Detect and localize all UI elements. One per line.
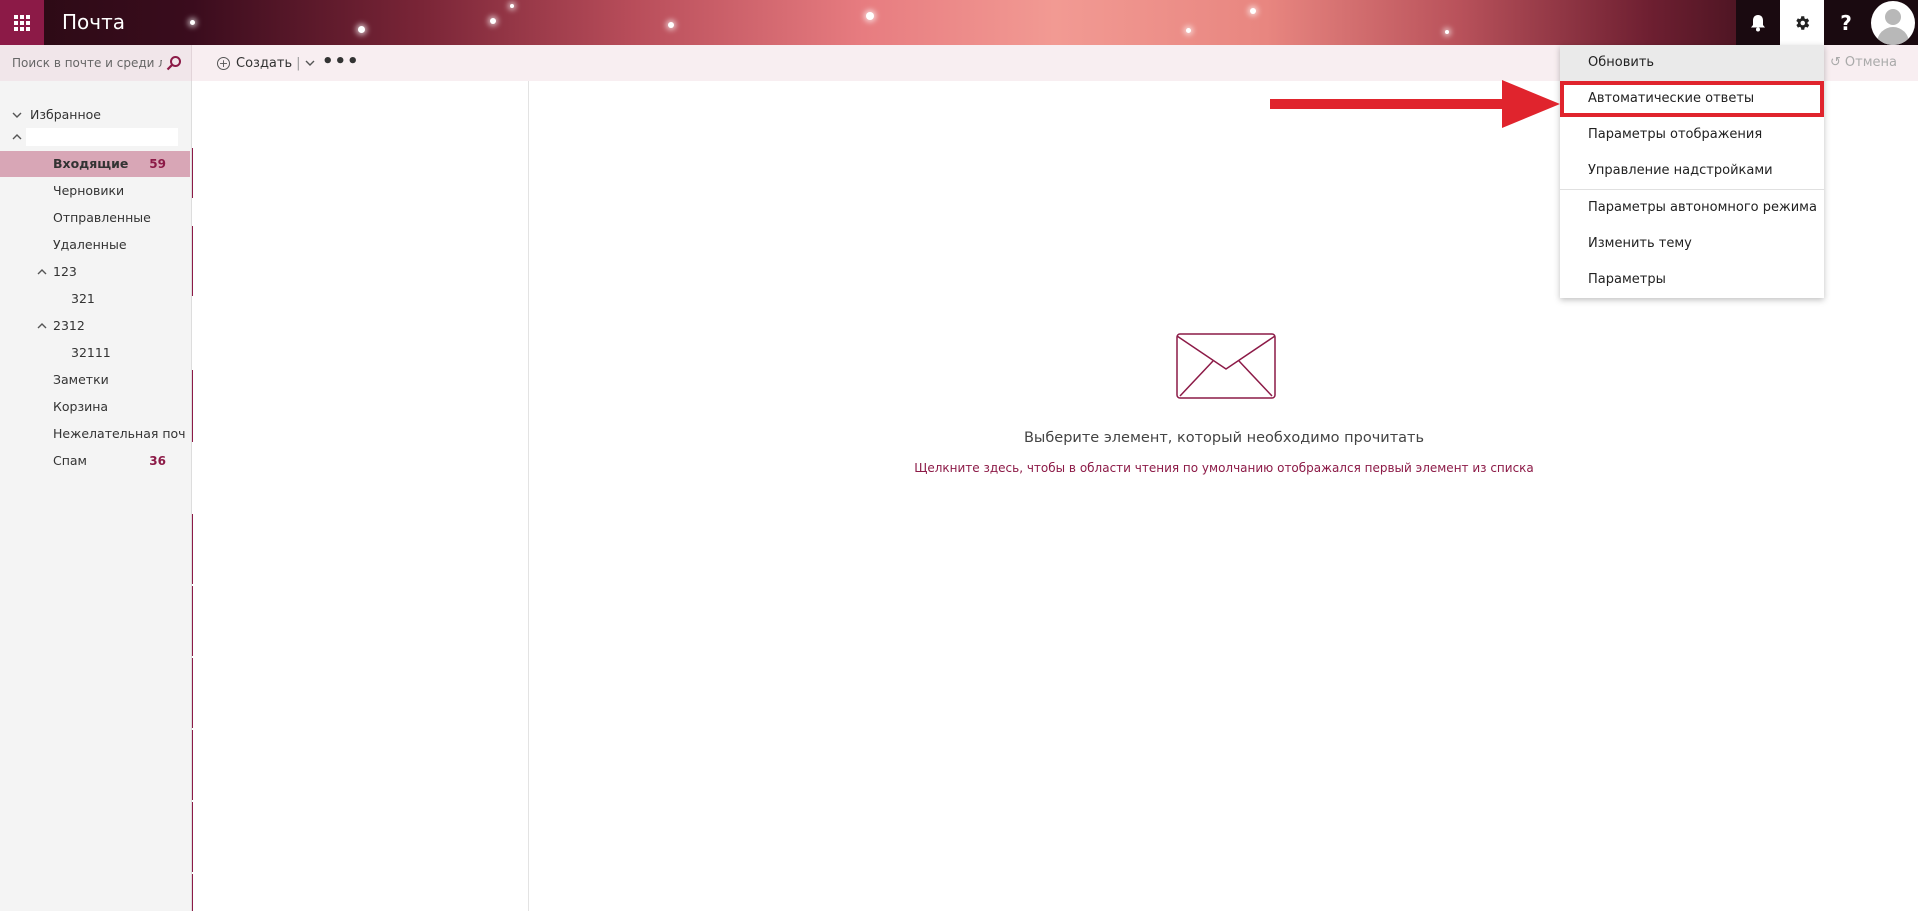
folder-label: 2312: [53, 318, 85, 333]
account-button[interactable]: [1868, 0, 1918, 45]
chevron-down-icon: [12, 112, 22, 118]
menu-item-options[interactable]: Параметры: [1560, 262, 1824, 298]
header-decoration: [1445, 30, 1449, 34]
folder-label: Корзина: [53, 399, 109, 414]
search-icon[interactable]: [166, 55, 182, 71]
menu-item-display-settings[interactable]: Параметры отображения: [1560, 117, 1824, 153]
avatar: [1871, 0, 1915, 45]
folder-item-2312[interactable]: 2312: [0, 313, 190, 339]
folder-label: Нежелательная поч: [53, 426, 186, 441]
auto-open-first-link[interactable]: Щелкните здесь, чтобы в области чтения п…: [530, 461, 1918, 475]
menu-item-refresh[interactable]: Обновить: [1560, 45, 1824, 81]
folder-item-123[interactable]: 123: [0, 259, 190, 285]
help-icon: ?: [1840, 10, 1852, 35]
chevron-up-icon[interactable]: [37, 321, 47, 331]
top-header: [0, 0, 1918, 45]
favorites-header[interactable]: Избранное: [0, 102, 190, 128]
folder-item-321[interactable]: 321: [0, 286, 190, 312]
divider: |: [296, 55, 301, 71]
annotation-arrow-icon: [1270, 80, 1560, 128]
folder-item-junk[interactable]: Нежелательная поч: [0, 421, 190, 447]
new-message-button[interactable]: + Создать |: [217, 45, 315, 81]
folder-label: Спам: [53, 453, 87, 468]
folder-label: Отправленные: [53, 210, 151, 225]
envelope-icon: [1176, 333, 1276, 399]
folder-item-deleted[interactable]: Удаленные: [0, 232, 190, 258]
app-launcher-button[interactable]: [0, 0, 44, 45]
header-decoration: [1186, 28, 1191, 33]
folder-item-spam[interactable]: Спам 36: [0, 448, 190, 474]
folder-item-sent[interactable]: Отправленные: [0, 205, 190, 231]
folder-label: 32111: [71, 345, 111, 360]
undo-icon: ↺: [1830, 55, 1841, 70]
header-decoration: [490, 18, 496, 24]
folder-item-drafts[interactable]: Черновики: [0, 178, 190, 204]
header-decoration: [358, 26, 365, 33]
undo-label: Отмена: [1844, 55, 1897, 70]
folder-label: Входящие: [53, 156, 129, 171]
folder-item-inbox[interactable]: Входящие 59: [0, 151, 190, 177]
folder-pane: Избранное Входящие 59 Черновики Отправле…: [0, 81, 192, 911]
message-list[interactable]: [193, 81, 529, 911]
bell-icon: [1751, 14, 1765, 31]
gear-icon: [1796, 15, 1810, 30]
chevron-down-icon[interactable]: [305, 58, 315, 68]
account-collapse[interactable]: [0, 124, 24, 150]
header-decoration: [190, 20, 195, 25]
help-button[interactable]: ?: [1824, 0, 1868, 45]
chevron-up-icon: [12, 134, 22, 140]
chevron-up-icon[interactable]: [37, 267, 47, 277]
menu-item-offline-settings[interactable]: Параметры автономного режима: [1560, 190, 1824, 226]
folder-label: Черновики: [53, 183, 125, 198]
undo-button[interactable]: ↺ Отмена: [1830, 45, 1897, 81]
folder-label: Заметки: [53, 372, 109, 387]
app-title: Почта: [62, 10, 125, 34]
account-name-field: [26, 128, 178, 146]
unread-count: 36: [149, 454, 166, 468]
notifications-button[interactable]: [1736, 0, 1780, 45]
settings-button[interactable]: [1780, 0, 1824, 45]
header-decoration: [1250, 8, 1256, 14]
folder-item-32111[interactable]: 32111: [0, 340, 190, 366]
folder-label: 123: [53, 264, 77, 279]
plus-circle-icon: +: [217, 56, 230, 70]
menu-item-automatic-replies[interactable]: Автоматические ответы: [1560, 81, 1824, 117]
header-decoration: [510, 4, 514, 8]
new-message-label: Создать: [236, 55, 293, 71]
empty-reading-title: Выберите элемент, который необходимо про…: [1023, 430, 1425, 446]
folder-label: 321: [71, 291, 95, 306]
favorites-label: Избранное: [30, 107, 101, 122]
folder-item-trash[interactable]: Корзина: [0, 394, 190, 420]
folder-item-notes[interactable]: Заметки: [0, 367, 190, 393]
waffle-icon: [14, 14, 30, 31]
header-decoration: [866, 12, 874, 20]
menu-item-manage-addins[interactable]: Управление надстройками: [1560, 153, 1824, 189]
header-decoration: [668, 22, 674, 28]
folder-label: Удаленные: [53, 237, 127, 252]
search-input[interactable]: [12, 53, 162, 73]
unread-count: 59: [149, 157, 166, 171]
search-box: [0, 45, 192, 81]
settings-menu: Обновить Автоматические ответы Параметры…: [1560, 45, 1824, 298]
more-actions-button[interactable]: •••: [322, 45, 360, 81]
menu-item-change-theme[interactable]: Изменить тему: [1560, 226, 1824, 262]
